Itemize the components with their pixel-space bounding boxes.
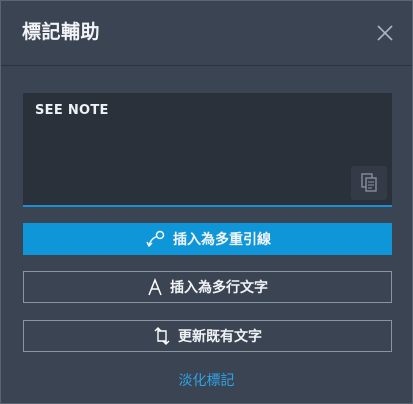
update-text-button[interactable]: 更新既有文字 (23, 320, 392, 352)
note-text: SEE NOTE (35, 103, 109, 118)
fade-markup-link[interactable]: 淡化標記 (1, 370, 412, 390)
note-text-area[interactable]: SEE NOTE (23, 93, 392, 207)
insert-mtext-button[interactable]: 插入為多行文字 (23, 271, 392, 303)
update-text-label: 更新既有文字 (178, 329, 262, 345)
panel-header: 標記輔助 (1, 1, 412, 66)
close-button[interactable] (373, 21, 397, 45)
paste-icon (361, 173, 377, 192)
insert-multileader-button[interactable]: 插入為多重引線 (23, 223, 392, 255)
insert-multileader-label: 插入為多重引線 (173, 232, 271, 248)
insert-mtext-label: 插入為多行文字 (170, 280, 268, 296)
paste-button[interactable] (351, 166, 387, 200)
mtext-icon (147, 277, 163, 296)
multileader-icon (144, 230, 166, 248)
markup-assist-panel: 標記輔助 SEE NOTE 插入為多重引線 插入為多行文字 更新既有文字 淡化標… (0, 0, 413, 404)
panel-title: 標記輔助 (22, 21, 101, 43)
update-icon (153, 326, 171, 346)
close-icon (377, 25, 393, 41)
